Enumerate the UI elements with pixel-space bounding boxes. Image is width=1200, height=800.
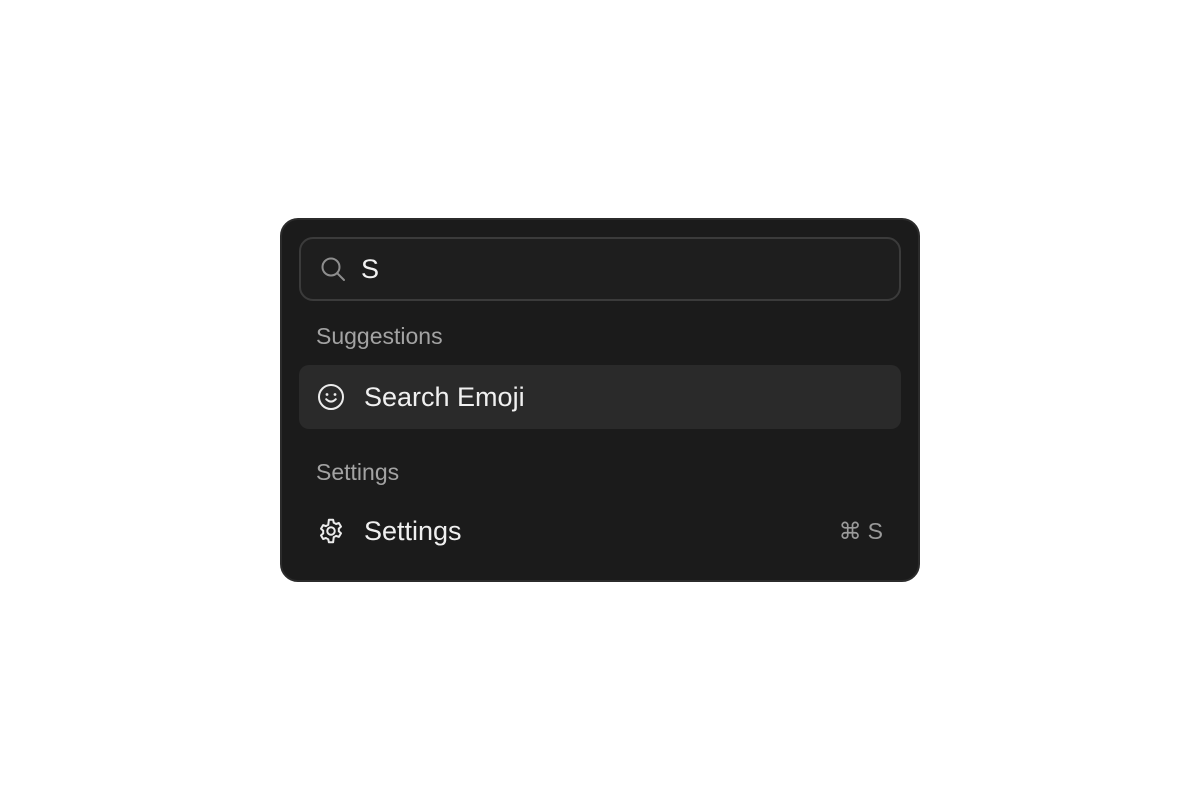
gear-icon: [316, 516, 346, 546]
command-key-icon: ⌘: [838, 517, 862, 544]
search-emoji-item[interactable]: Search Emoji: [299, 365, 901, 429]
search-emoji-label: Search Emoji: [364, 381, 525, 412]
page-background: Suggestions Search Emoji Settings Se: [0, 0, 1200, 800]
search-bar[interactable]: [299, 237, 901, 301]
smiley-icon: [316, 382, 346, 412]
settings-label: Settings: [364, 515, 462, 546]
group-heading-settings: Settings: [316, 459, 400, 485]
settings-item[interactable]: Settings ⌘ S: [299, 499, 901, 563]
command-palette: Suggestions Search Emoji Settings Se: [280, 218, 920, 582]
search-input[interactable]: [361, 249, 899, 289]
search-icon: [319, 255, 347, 283]
group-heading-suggestions: Suggestions: [316, 323, 443, 349]
keyboard-shortcut: ⌘ S: [839, 518, 883, 545]
shortcut-key: S: [867, 517, 883, 544]
